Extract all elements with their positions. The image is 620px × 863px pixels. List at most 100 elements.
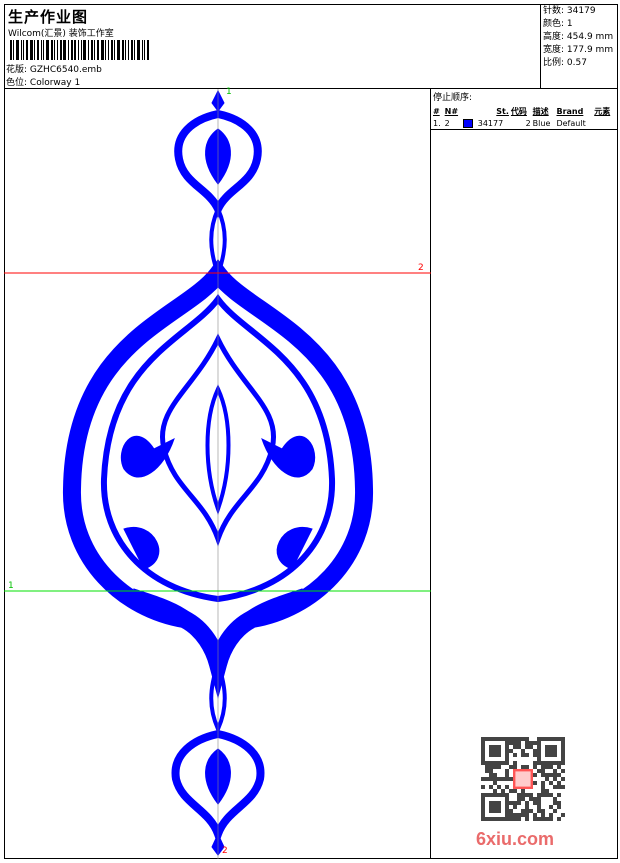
qr-module [541, 809, 545, 813]
qr-module [545, 817, 549, 821]
qr-module [553, 809, 557, 813]
qr-module [533, 765, 537, 769]
barcode-bar [81, 40, 82, 60]
qr-module [529, 745, 533, 749]
qr-module [525, 753, 529, 757]
barcode-bar [122, 40, 124, 60]
barcode-bar [147, 40, 149, 60]
qr-module [521, 737, 525, 741]
qr-module [517, 737, 521, 741]
qr-module [521, 809, 525, 813]
qr-module [521, 749, 525, 753]
qr-module [493, 765, 497, 769]
qr-module [529, 809, 533, 813]
qr-module [533, 741, 537, 745]
table-row[interactable]: 1. 2 34177 2 Blue Default [432, 119, 615, 128]
barcode-bar [94, 40, 95, 60]
design-canvas[interactable]: 2 1 1 2 [4, 87, 431, 859]
qr-module [553, 773, 557, 777]
qr-module [537, 793, 541, 797]
qr-module [537, 769, 541, 773]
qr-module [489, 745, 501, 757]
col-stitches: St. [496, 107, 509, 116]
qr-module [509, 777, 513, 781]
qr-module [485, 769, 489, 773]
stop-sequence-title: 停止顺序: [433, 93, 473, 103]
barcode-bar [114, 40, 115, 60]
barcode-bar [78, 40, 79, 60]
color-sequence-table: # N# St. 代码 描述 Brand 元素 1. 2 34177 2 Blu… [432, 104, 615, 128]
qr-module [529, 797, 533, 801]
top-marker-label: 1 [226, 87, 232, 97]
qr-code [481, 737, 565, 821]
qr-module [561, 777, 565, 781]
qr-module [557, 773, 561, 777]
qr-module [545, 745, 557, 757]
col-code: 代码 [510, 107, 527, 116]
qr-module [509, 749, 513, 753]
qr-module [533, 761, 537, 765]
barcode-bar [128, 40, 129, 60]
barcode-bar [21, 40, 22, 60]
design-value: GZHC6540.emb [29, 65, 102, 75]
qr-module [533, 817, 537, 821]
qr-module [561, 785, 565, 789]
barcode-bar [125, 40, 126, 60]
qr-module [553, 785, 557, 789]
qr-module [553, 769, 557, 773]
qr-module [489, 765, 493, 769]
qr-module [533, 781, 537, 785]
qr-module [521, 765, 525, 769]
qr-module [513, 813, 517, 817]
qr-module [525, 813, 529, 817]
qr-module [537, 797, 541, 801]
qr-module [533, 813, 537, 817]
qr-module [485, 777, 489, 781]
qr-module [549, 773, 553, 777]
qr-module [541, 817, 545, 821]
qr-module [485, 765, 489, 769]
qr-module [497, 785, 501, 789]
qr-module [481, 777, 485, 781]
qr-module [497, 777, 501, 781]
barcode-bar [23, 40, 24, 60]
stitches-info: 针数: 34179 [543, 6, 596, 16]
qr-module [541, 789, 545, 793]
qr-module [509, 737, 513, 741]
qr-module [525, 741, 529, 745]
barcode-bar [34, 40, 35, 60]
qr-module [497, 765, 501, 769]
qr-module [557, 805, 561, 809]
qr-module [529, 793, 533, 797]
barcode-bar [54, 40, 55, 60]
qr-module [545, 789, 549, 793]
barcode-bar [57, 40, 58, 60]
qr-module [557, 765, 561, 769]
qr-module [517, 741, 521, 745]
qr-module [537, 801, 541, 805]
qr-module [481, 785, 485, 789]
qr-module [529, 741, 533, 745]
qr-module [553, 801, 557, 805]
qr-module [557, 793, 561, 797]
qr-module [561, 769, 565, 773]
qr-module [501, 789, 505, 793]
qr-module [549, 765, 553, 769]
qr-module [501, 777, 505, 781]
barcode-bar [131, 40, 133, 60]
qr-module [505, 773, 509, 777]
qr-module [517, 745, 521, 749]
qr-module [521, 753, 525, 757]
qr-module [549, 805, 553, 809]
barcode-bar [13, 40, 14, 60]
qr-module [505, 785, 509, 789]
qr-module [489, 777, 493, 781]
qr-module [541, 765, 545, 769]
qr-module [541, 769, 545, 773]
studio-name: Wilcom(汇景) 装饰工作室 [8, 29, 114, 39]
qr-module [533, 797, 537, 801]
qr-module [505, 777, 509, 781]
barcode-bar [83, 40, 86, 60]
qr-module [553, 777, 557, 781]
barcode-bar [71, 40, 73, 60]
